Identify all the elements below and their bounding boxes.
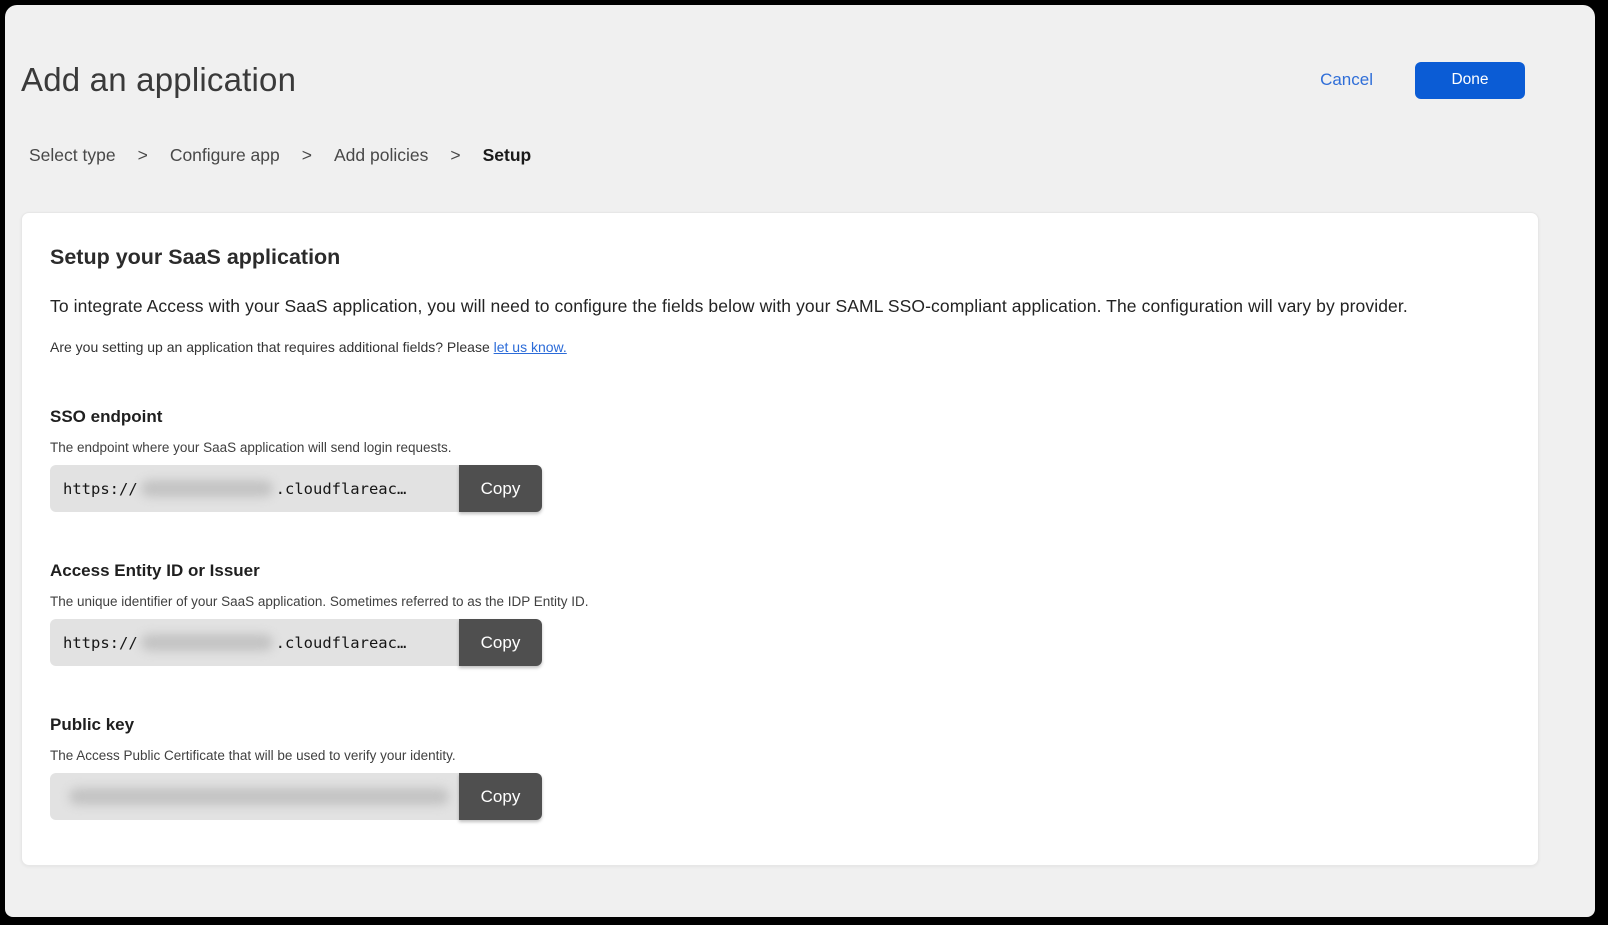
breadcrumb-step-select-type[interactable]: Select type <box>29 145 116 166</box>
field-description: The Access Public Certificate that will … <box>50 748 1510 763</box>
field-label: Public key <box>50 715 1510 735</box>
redacted-value-blur <box>69 788 449 805</box>
value-suffix: .cloudflareac… <box>276 634 407 652</box>
sso-endpoint-value[interactable]: https:// .cloudflareac… <box>50 465 459 512</box>
app-window: Add an application Cancel Done Select ty… <box>5 5 1595 917</box>
page-title: Add an application <box>21 61 296 99</box>
field-row: https:// .cloudflareac… Copy <box>50 465 542 512</box>
field-row: https:// .cloudflareac… Copy <box>50 619 542 666</box>
field-description: The endpoint where your SaaS application… <box>50 440 1510 455</box>
field-section-sso-endpoint: SSO endpoint The endpoint where your Saa… <box>50 407 1510 512</box>
copy-button-entity-id[interactable]: Copy <box>459 619 542 666</box>
copy-button-sso-endpoint[interactable]: Copy <box>459 465 542 512</box>
setup-card: Setup your SaaS application To integrate… <box>21 212 1539 866</box>
card-note: Are you setting up an application that r… <box>50 339 1510 355</box>
breadcrumb: Select type > Configure app > Add polici… <box>29 145 1595 166</box>
value-suffix: .cloudflareac… <box>276 480 407 498</box>
field-description: The unique identifier of your SaaS appli… <box>50 594 1510 609</box>
field-label: Access Entity ID or Issuer <box>50 561 1510 581</box>
breadcrumb-step-setup[interactable]: Setup <box>483 145 532 166</box>
card-note-text: Are you setting up an application that r… <box>50 339 494 355</box>
entity-id-value[interactable]: https:// .cloudflareac… <box>50 619 459 666</box>
breadcrumb-step-add-policies[interactable]: Add policies <box>334 145 428 166</box>
card-intro-text: To integrate Access with your SaaS appli… <box>50 296 1510 317</box>
breadcrumb-separator: > <box>450 145 460 166</box>
public-key-value[interactable] <box>50 773 459 820</box>
breadcrumb-separator: > <box>302 145 312 166</box>
value-prefix: https:// <box>63 634 138 652</box>
cancel-button[interactable]: Cancel <box>1320 70 1373 90</box>
redacted-value-blur <box>141 634 273 651</box>
value-prefix: https:// <box>63 480 138 498</box>
breadcrumb-step-configure-app[interactable]: Configure app <box>170 145 280 166</box>
page-header: Add an application Cancel Done <box>5 5 1595 99</box>
done-button[interactable]: Done <box>1415 62 1525 99</box>
copy-button-public-key[interactable]: Copy <box>459 773 542 820</box>
breadcrumb-separator: > <box>138 145 148 166</box>
let-us-know-link[interactable]: let us know. <box>494 339 567 355</box>
field-label: SSO endpoint <box>50 407 1510 427</box>
field-row: Copy <box>50 773 542 820</box>
card-title: Setup your SaaS application <box>50 245 1510 270</box>
field-section-public-key: Public key The Access Public Certificate… <box>50 715 1510 820</box>
redacted-value-blur <box>141 480 273 497</box>
field-section-entity-id: Access Entity ID or Issuer The unique id… <box>50 561 1510 666</box>
header-actions: Cancel Done <box>1320 62 1525 99</box>
